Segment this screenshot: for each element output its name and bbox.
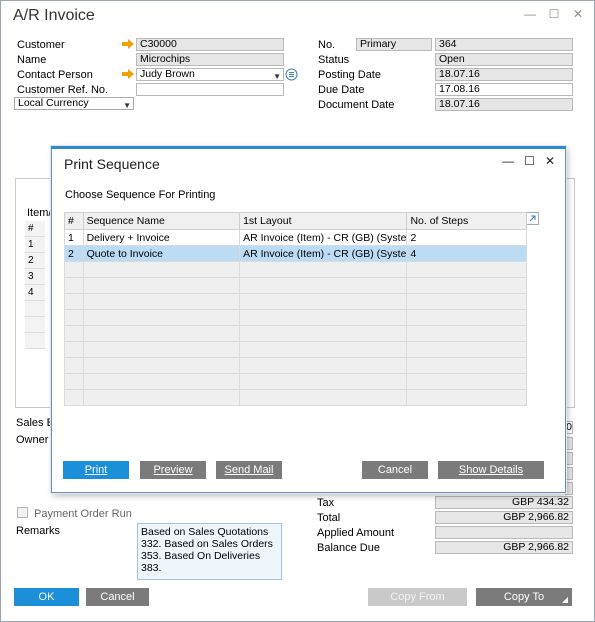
dialog-title: Print Sequence xyxy=(64,156,160,172)
due-date-label: Due Date xyxy=(318,84,365,96)
applied-amount-label: Applied Amount xyxy=(317,527,395,539)
dialog-controls: — ☐ ✕ xyxy=(502,154,555,168)
grid-row-number[interactable]: 1 xyxy=(25,237,45,253)
doc-no-field[interactable]: 364 xyxy=(435,38,573,51)
applied-amount-field xyxy=(435,526,573,539)
print-label: Print xyxy=(84,464,108,476)
send-mail-label: Send Mail xyxy=(224,464,274,476)
remarks-line: 353. Based On Deliveries 383. xyxy=(141,550,261,574)
payment-order-label: Payment Order Run xyxy=(34,508,132,520)
print-sequence-dialog: Print Sequence — ☐ ✕ Choose Sequence For… xyxy=(51,146,566,493)
payment-order-checkbox[interactable] xyxy=(17,507,28,518)
table-row-selected[interactable]: 2 Quote to Invoice AR Invoice (Item) - C… xyxy=(64,245,527,262)
print-button[interactable]: Print xyxy=(63,461,129,479)
minimize-icon[interactable]: — xyxy=(502,154,514,168)
due-date-field[interactable]: 17.08.16 xyxy=(435,83,573,96)
sequence-name-cell[interactable]: Delivery + Invoice xyxy=(82,229,241,246)
customer-field[interactable]: C30000 xyxy=(136,38,284,51)
series-dropdown[interactable]: Primary xyxy=(356,38,432,51)
copy-to-button[interactable]: Copy To ◢ xyxy=(476,588,572,606)
posting-date-label: Posting Date xyxy=(318,69,381,81)
currency-dropdown[interactable]: Local Currency ▼ xyxy=(14,97,134,110)
column-header-steps[interactable]: No. of Steps xyxy=(406,212,527,230)
maximize-icon[interactable]: ☐ xyxy=(524,154,535,168)
remarks-line: 332. Based on Sales Orders xyxy=(141,538,273,550)
window-controls: — ☐ ✕ xyxy=(524,7,584,21)
contact-person-dropdown[interactable]: Judy Brown ▼ xyxy=(136,68,284,81)
sequence-name-cell[interactable]: Quote to Invoice xyxy=(82,245,241,262)
customer-ref-field[interactable] xyxy=(136,83,284,96)
minimize-icon[interactable]: — xyxy=(524,7,536,21)
column-header-sequence-name[interactable]: Sequence Name xyxy=(82,212,241,230)
dialog-subtitle: Choose Sequence For Printing xyxy=(65,189,216,201)
details-list-icon[interactable] xyxy=(285,68,298,81)
column-header-number[interactable]: # xyxy=(64,212,84,230)
balance-due-label: Balance Due xyxy=(317,542,380,554)
owner-label: Owner xyxy=(16,434,49,446)
remarks-field[interactable]: Based on Sales Quotations 332. Based on … xyxy=(137,523,282,580)
copy-to-label: Copy To xyxy=(503,591,545,603)
layout-cell[interactable]: AR Invoice (Item) - CR (GB) (Syste xyxy=(239,229,408,246)
link-arrow-icon[interactable] xyxy=(122,69,134,79)
background-item-grid: # 1 2 3 4 xyxy=(25,221,45,349)
close-icon[interactable]: ✕ xyxy=(545,154,555,168)
link-arrow-icon[interactable] xyxy=(122,39,134,49)
tax-field: GBP 434.32 xyxy=(435,496,573,509)
table-header-row: # Sequence Name 1st Layout No. of Steps xyxy=(64,212,527,230)
posting-date-field[interactable]: 18.07.16 xyxy=(435,68,573,81)
show-details-button[interactable]: Show Details xyxy=(438,461,544,479)
window-title: A/R Invoice xyxy=(13,7,95,24)
sequence-table: # Sequence Name 1st Layout No. of Steps … xyxy=(64,212,527,406)
currency-value: Local Currency xyxy=(18,97,89,109)
customer-label: Customer xyxy=(17,39,65,51)
status-field: Open xyxy=(435,53,573,66)
copy-from-button[interactable]: Copy From xyxy=(368,588,467,606)
tax-label: Tax xyxy=(317,497,335,509)
grid-row-number[interactable]: 3 xyxy=(25,269,45,285)
steps-cell[interactable]: 2 xyxy=(406,229,527,246)
name-label: Name xyxy=(17,54,47,66)
layout-cell[interactable]: AR Invoice (Item) - CR (GB) (Syste xyxy=(239,245,408,262)
show-details-label: Show Details xyxy=(458,464,524,476)
contact-person-value: Judy Brown xyxy=(140,68,195,80)
document-date-label: Document Date xyxy=(318,99,395,111)
document-date-field[interactable]: 18.07.16 xyxy=(435,98,573,111)
grid-row-number[interactable]: 4 xyxy=(25,285,45,301)
dropdown-corner-icon: ◢ xyxy=(561,595,568,604)
name-field[interactable]: Microchips xyxy=(136,53,284,66)
total-field: GBP 2,966.82 xyxy=(435,511,573,524)
chevron-down-icon[interactable]: ▼ xyxy=(273,71,281,80)
row-number: 1 xyxy=(64,229,84,246)
doc-no-label: No. xyxy=(318,39,336,51)
steps-cell[interactable]: 4 xyxy=(406,245,527,262)
preview-label: Preview xyxy=(153,464,193,476)
column-header-first-layout[interactable]: 1st Layout xyxy=(239,212,408,230)
balance-due-field: GBP 2,966.82 xyxy=(435,541,573,554)
item-tab-label[interactable]: Item/ xyxy=(27,207,51,219)
total-label: Total xyxy=(317,512,341,524)
remarks-line: Based on Sales Quotations xyxy=(141,526,269,538)
preview-button[interactable]: Preview xyxy=(140,461,206,479)
cancel-button[interactable]: Cancel xyxy=(86,588,149,606)
status-label: Status xyxy=(318,54,350,66)
table-row[interactable]: 1 Delivery + Invoice AR Invoice (Item) -… xyxy=(64,229,527,246)
contact-person-label: Contact Person xyxy=(17,69,93,81)
grid-header: # xyxy=(25,221,45,237)
side-value-field: 0 xyxy=(565,421,573,434)
row-number: 2 xyxy=(64,245,84,262)
expand-arrow-icon[interactable] xyxy=(526,212,539,225)
dialog-cancel-button[interactable]: Cancel xyxy=(362,461,428,479)
close-icon[interactable]: ✕ xyxy=(572,7,584,21)
ok-button[interactable]: OK xyxy=(14,588,79,606)
maximize-icon[interactable]: ☐ xyxy=(548,7,560,21)
chevron-down-icon[interactable]: ▼ xyxy=(123,100,131,109)
grid-row-number[interactable]: 2 xyxy=(25,253,45,269)
remarks-label: Remarks xyxy=(16,525,61,537)
customer-ref-label: Customer Ref. No. xyxy=(17,84,109,96)
send-mail-button[interactable]: Send Mail xyxy=(216,461,282,479)
